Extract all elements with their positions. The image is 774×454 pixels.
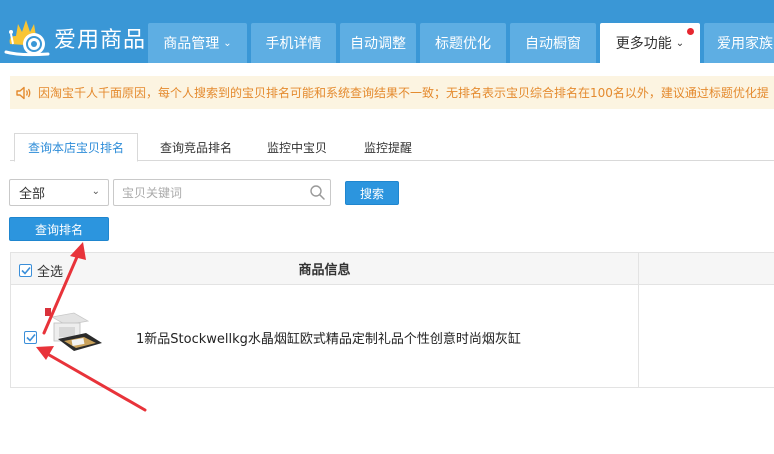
keyword-search-box bbox=[113, 179, 331, 206]
nav-item-aiyong-family[interactable]: 爱用家族 bbox=[704, 23, 774, 63]
nav-item-label: 标题优化 bbox=[435, 36, 491, 52]
nav-item-label: 自动橱窗 bbox=[525, 36, 581, 52]
notification-dot bbox=[687, 28, 694, 35]
select-all-label: 全选 bbox=[37, 265, 64, 280]
logo-text: 爱用商品 bbox=[54, 28, 147, 53]
app-header: 爱用商品 商品管理 ⌄ 手机详情 自动调整 标题优化 自动橱窗 更多功能 ⌄ 爱… bbox=[0, 0, 774, 63]
category-select-value: 全部 bbox=[19, 187, 46, 202]
tab-label: 监控中宝贝 bbox=[266, 140, 327, 155]
chevron-down-icon: ⌄ bbox=[91, 186, 100, 197]
nav-item-title-optimize[interactable]: 标题优化 bbox=[420, 23, 506, 63]
nav-item-label: 爱用家族 bbox=[717, 36, 773, 52]
select-all-checkbox[interactable] bbox=[19, 264, 32, 277]
nav-item-more-features[interactable]: 更多功能 ⌄ bbox=[600, 23, 700, 63]
tab-label: 查询竞品排名 bbox=[159, 140, 232, 155]
nav-item-mobile-detail[interactable]: 手机详情 bbox=[251, 23, 336, 63]
search-button[interactable]: 搜索 bbox=[345, 181, 399, 205]
chevron-down-icon: ⌄ bbox=[675, 37, 685, 49]
check-icon bbox=[20, 266, 31, 275]
query-rank-button[interactable]: 查询排名 bbox=[9, 217, 109, 241]
tab-label: 查询本店宝贝排名 bbox=[27, 141, 124, 155]
nav-item-label: 更多功能 bbox=[615, 36, 672, 52]
search-icon[interactable] bbox=[309, 184, 326, 201]
app-logo[interactable]: 爱用商品 bbox=[4, 14, 147, 58]
speaker-icon bbox=[10, 76, 38, 109]
rank-tabs: 查询本店宝贝排名 查询竞品排名 监控中宝贝 监控提醒 bbox=[10, 133, 774, 162]
table-header: 商品信息 全选 bbox=[11, 253, 774, 285]
notice-bar: 因淘宝千人千面原因，每个人搜索到的宝贝排名可能和系统查询结果不一致；无排名表示宝… bbox=[10, 76, 774, 109]
nav-item-auto-adjust[interactable]: 自动调整 bbox=[340, 23, 416, 63]
product-title[interactable]: 1新品Stockwellkg水晶烟缸欧式精品定制礼品个性创意时尚烟灰缸 bbox=[136, 328, 521, 347]
nav-item-label: 自动调整 bbox=[350, 36, 406, 52]
tab-label: 监控提醒 bbox=[363, 140, 412, 155]
product-table: 商品信息 全选 1新品Stockwellkg水晶烟缸欧式精品定制礼品个性创意时尚… bbox=[10, 252, 774, 388]
column-header-product-info: 商品信息 bbox=[11, 253, 639, 284]
nav-item-product-management[interactable]: 商品管理 ⌄ bbox=[148, 23, 247, 63]
nav-item-label: 商品管理 bbox=[163, 36, 220, 52]
table-row: 1新品Stockwellkg水晶烟缸欧式精品定制礼品个性创意时尚烟灰缸 bbox=[11, 285, 774, 388]
row-checkbox[interactable] bbox=[24, 331, 37, 344]
check-icon bbox=[25, 333, 36, 342]
select-all[interactable]: 全选 bbox=[19, 261, 63, 280]
column-divider bbox=[638, 285, 639, 388]
nav-item-auto-showcase[interactable]: 自动橱窗 bbox=[510, 23, 596, 63]
chevron-down-icon: ⌄ bbox=[223, 37, 232, 49]
product-thumbnail[interactable] bbox=[44, 307, 104, 363]
tab-monitor-alerts[interactable]: 监控提醒 bbox=[348, 133, 428, 161]
tab-own-rank[interactable]: 查询本店宝贝排名 bbox=[14, 133, 138, 162]
tab-monitoring[interactable]: 监控中宝贝 bbox=[253, 133, 341, 161]
tab-competitor-rank[interactable]: 查询竞品排名 bbox=[145, 133, 247, 161]
main-nav: 商品管理 ⌄ 手机详情 自动调整 标题优化 自动橱窗 更多功能 ⌄ 爱用家族 bbox=[148, 23, 774, 63]
nav-item-label: 手机详情 bbox=[265, 36, 322, 52]
snail-logo-icon bbox=[4, 20, 50, 57]
notice-text: 因淘宝千人千面原因，每个人搜索到的宝贝排名可能和系统查询结果不一致；无排名表示宝… bbox=[38, 86, 769, 100]
category-select[interactable]: 全部 ⌄ bbox=[9, 179, 109, 206]
keyword-input[interactable] bbox=[114, 180, 304, 205]
